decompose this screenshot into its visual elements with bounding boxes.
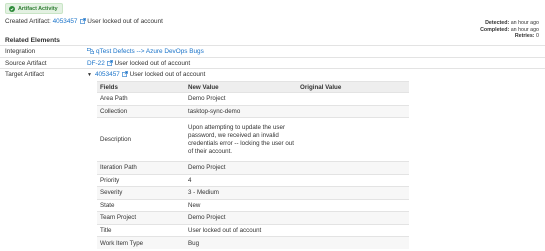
table-row: Work Item Type Bug [97,236,409,249]
table-row: Team Project Demo Project [97,211,409,224]
original-value [297,161,409,174]
original-value [297,223,409,237]
field-name: Iteration Path [97,161,185,174]
original-value [297,236,409,249]
created-prefix: Created Artifact: [5,18,51,25]
table-row: Priority 4 [97,173,409,187]
retries-line: Retries: 0 [514,33,539,39]
table-row: Iteration Path Demo Project [97,161,409,174]
source-artifact-title: User locked out of account [114,59,191,67]
column-header-new-value: New Value [185,81,297,93]
table-row: Area Path Demo Project [97,92,409,105]
original-value [297,211,409,224]
new-value: 3 - Medium [185,186,297,199]
target-artifact-link[interactable]: 4053457 [95,71,120,78]
new-value: tasktop-sync-demo [185,104,297,118]
new-value: Demo Project [185,211,297,224]
field-name: Title [97,223,185,237]
column-header-fields: Fields [97,81,185,93]
table-row: Description Upon attempting to update the… [97,117,409,162]
source-artifact-label: Source Artifact [5,59,47,67]
table-row: Title User locked out of account [97,223,409,237]
caret-down-icon[interactable]: ▼ [87,72,92,78]
table-header-row: Fields New Value Original Value [97,81,409,93]
original-value [297,173,409,187]
new-value: Upon attempting to update the user passw… [185,117,297,162]
field-name: State [97,198,185,212]
column-header-original-value: Original Value [297,81,409,93]
external-link-icon[interactable] [79,18,86,24]
field-name: Team Project [97,211,185,224]
field-name: Description [97,117,185,162]
target-artifact-row: Target Artifact [0,68,545,79]
new-value: User locked out of account [185,223,297,237]
source-artifact-link[interactable]: DF-22 [87,60,105,67]
field-name: Priority [97,173,185,187]
new-value: 4 [185,173,297,187]
table-row: Severity 3 - Medium [97,186,409,199]
original-value [297,104,409,118]
table-row: Collection tasktop-sync-demo [97,104,409,118]
external-link-icon[interactable] [106,59,113,66]
created-artifact-link[interactable]: 4053457 [53,18,78,25]
check-circle-icon [9,5,15,12]
original-value [297,198,409,212]
new-value: Demo Project [185,92,297,105]
new-value: Bug [185,236,297,249]
related-elements-title: Related Elements [5,37,60,44]
artifact-activity-badge: Artifact Activity [5,3,63,14]
target-artifact-title: User locked out of account [129,71,206,78]
integration-row: Integration qTest Defects --> Azure DevO… [0,45,545,56]
created-artifact-title: User locked out of account [87,18,163,25]
original-value [297,92,409,105]
activity-meta: Detected: an hour ago Completed: an hour… [480,20,539,40]
field-name: Area Path [97,92,185,105]
integration-icon [87,48,94,56]
new-value: Demo Project [185,161,297,174]
target-artifact-header[interactable]: ▼ 4053457 User locked out of account [87,71,205,78]
created-artifact-line: Created Artifact: 4053457 User locked ou… [5,18,163,25]
field-name: Collection [97,104,185,118]
field-changes-table: Fields New Value Original Value Area Pat… [97,81,409,249]
external-link-icon[interactable] [122,71,128,77]
new-value: New [185,198,297,212]
source-artifact-row: Source Artifact DF-22 User locked out of… [0,56,545,68]
field-name: Work Item Type [97,236,185,249]
field-name: Severity [97,186,185,199]
integration-label: Integration [5,48,36,55]
integration-link[interactable]: qTest Defects --> Azure DevOps Bugs [96,48,204,55]
badge-label: Artifact Activity [18,5,58,12]
target-artifact-label: Target Artifact [5,71,45,78]
original-value [297,117,409,162]
original-value [297,186,409,199]
table-row: State New [97,198,409,212]
